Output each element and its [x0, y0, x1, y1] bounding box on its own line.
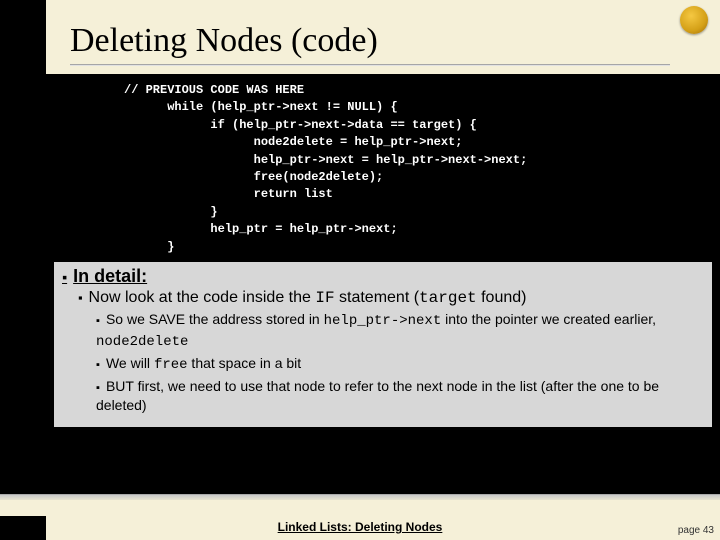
code-line: }	[124, 240, 174, 254]
footer-strip	[0, 494, 720, 516]
text: We will	[106, 355, 154, 371]
detail-sub-3: BUT first, we need to use that node to r…	[96, 377, 704, 415]
logo-icon	[680, 6, 708, 34]
code-line: help_ptr = help_ptr->next;	[124, 222, 398, 236]
page-number: page 43	[678, 525, 714, 536]
detail-sub-2: We will free that space in a bit	[96, 354, 704, 375]
code-inline: help_ptr->next	[324, 313, 442, 329]
content-area: // PREVIOUS CODE WAS HERE while (help_pt…	[46, 74, 720, 494]
code-block: // PREVIOUS CODE WAS HERE while (help_pt…	[124, 82, 674, 254]
footer-text: Linked Lists: Deleting Nodes	[0, 520, 720, 534]
title-underline	[70, 64, 670, 66]
text: that space in a bit	[188, 355, 302, 371]
code-line: return list	[124, 187, 333, 201]
detail-heading-text: In detail:	[73, 266, 147, 286]
code-line: while (help_ptr->next != NULL) {	[124, 100, 398, 114]
code-line: help_ptr->next = help_ptr->next->next;	[124, 153, 527, 167]
code-line: if (help_ptr->next->data == target) {	[124, 118, 477, 132]
detail-heading: In detail:	[62, 266, 704, 287]
code-line: // PREVIOUS CODE WAS HERE	[124, 83, 304, 97]
text: BUT first, we need to use that node to r…	[96, 378, 659, 413]
slide-title: Deleting Nodes (code)	[70, 22, 378, 60]
code-line: }	[124, 205, 218, 219]
text: Now look at the code inside the	[89, 289, 316, 306]
code-inline: IF	[315, 289, 334, 307]
text: into the pointer we created earlier,	[441, 311, 656, 327]
code-line: node2delete = help_ptr->next;	[124, 135, 462, 149]
code-line: free(node2delete);	[124, 170, 383, 184]
left-black-bar	[0, 0, 46, 540]
text: statement (	[335, 289, 419, 306]
detail-box: In detail: Now look at the code inside t…	[54, 262, 712, 427]
text: found)	[477, 289, 527, 306]
text: So we SAVE the address stored in	[106, 311, 324, 327]
code-inline: free	[154, 357, 188, 373]
code-inline: target	[419, 289, 477, 307]
footer-bg	[0, 500, 720, 516]
slide: Deleting Nodes (code) // PREVIOUS CODE W…	[0, 0, 720, 540]
detail-sub-1: So we SAVE the address stored in help_pt…	[96, 310, 704, 352]
detail-line-1: Now look at the code inside the IF state…	[78, 289, 704, 307]
code-inline: node2delete	[96, 334, 188, 350]
